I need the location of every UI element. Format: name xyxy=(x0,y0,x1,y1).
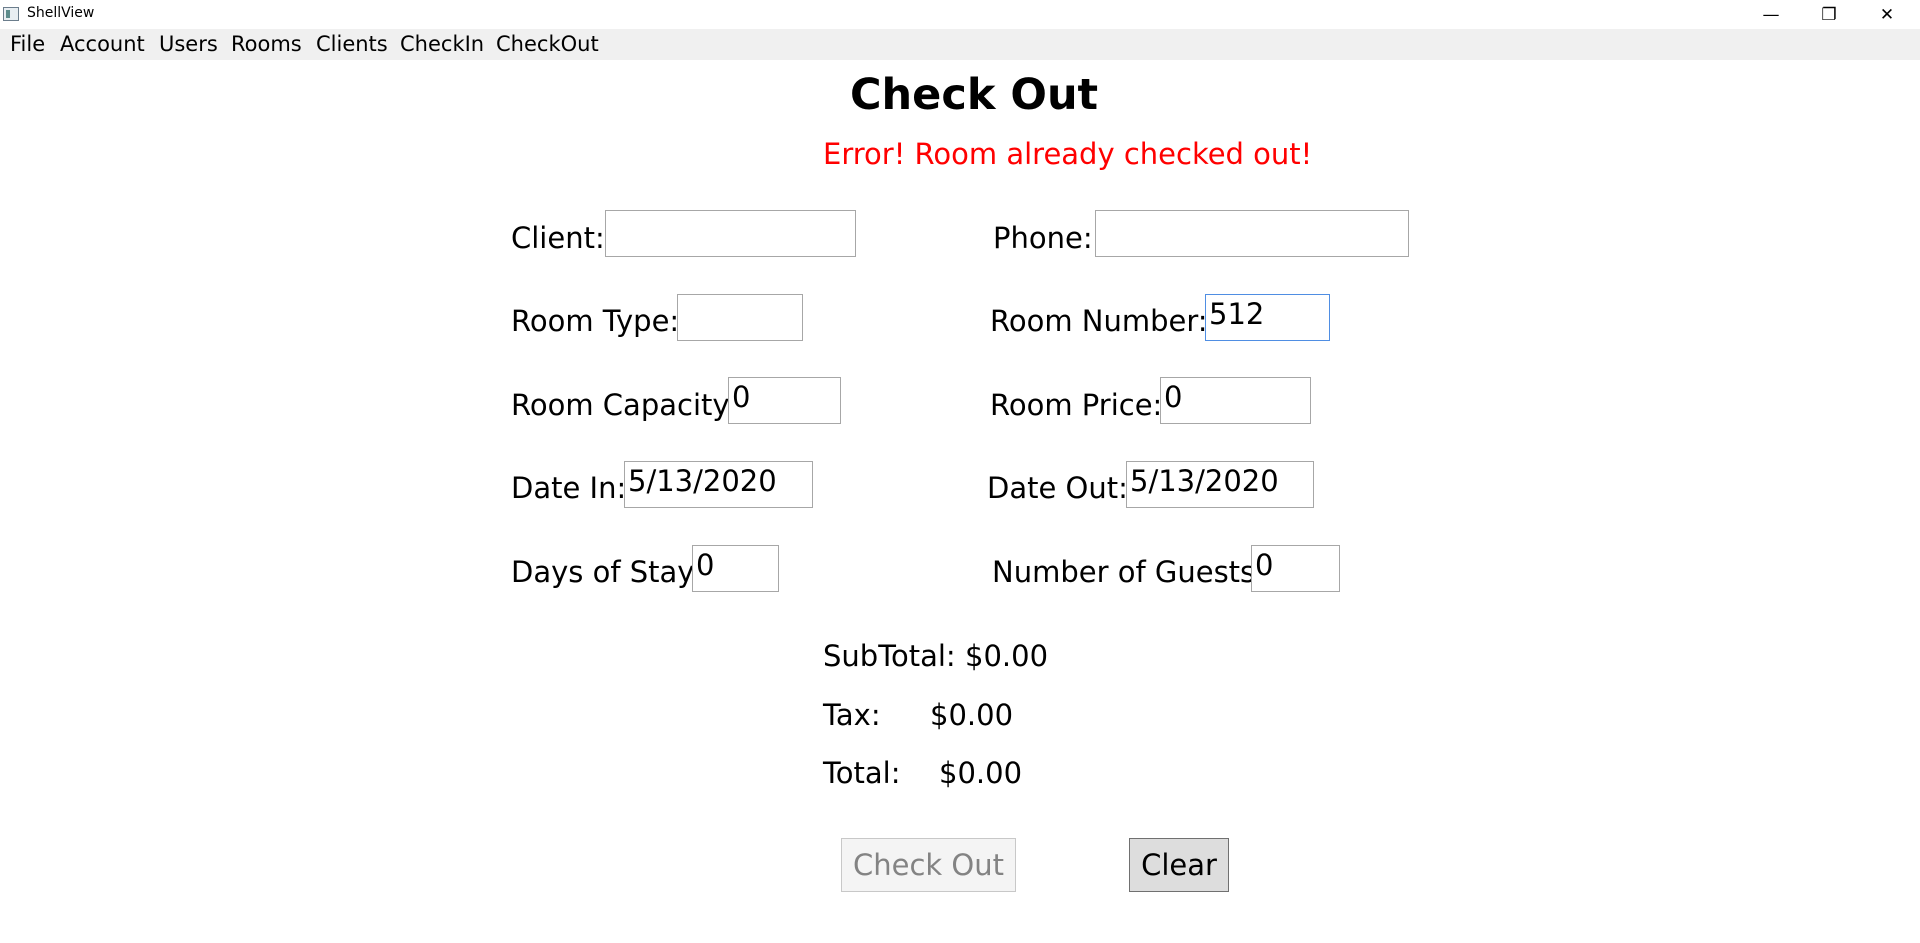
phone-field[interactable] xyxy=(1095,210,1409,257)
close-icon[interactable]: ✕ xyxy=(1858,0,1916,29)
room-capacity-field[interactable]: 0 xyxy=(728,377,841,424)
days-of-stay-field[interactable]: 0 xyxy=(692,545,779,592)
room-capacity-label: Room Capacity: xyxy=(511,388,738,422)
window-title: ShellView xyxy=(27,5,95,21)
menu-account[interactable]: Account xyxy=(60,32,145,56)
phone-label: Phone: xyxy=(993,221,1093,255)
number-of-guests-label: Number of Guests: xyxy=(992,555,1265,589)
clear-button[interactable]: Clear xyxy=(1129,838,1229,892)
page-title: Check Out xyxy=(850,70,1099,120)
date-in-field[interactable]: 5/13/2020 xyxy=(624,461,813,508)
menu-checkin[interactable]: CheckIn xyxy=(400,32,484,56)
menu-clients[interactable]: Clients xyxy=(316,32,388,56)
subtotal-value: $0.00 xyxy=(965,639,1049,673)
date-out-field[interactable]: 5/13/2020 xyxy=(1126,461,1314,508)
room-price-field[interactable]: 0 xyxy=(1160,377,1311,424)
app-icon xyxy=(3,7,19,21)
date-in-label: Date In: xyxy=(511,471,627,505)
menu-users[interactable]: Users xyxy=(159,32,218,56)
menu-checkout[interactable]: CheckOut xyxy=(496,32,599,56)
menu-file[interactable]: File xyxy=(10,32,45,56)
client-field[interactable] xyxy=(605,210,856,257)
date-out-label: Date Out: xyxy=(987,471,1128,505)
error-message: Error! Room already checked out! xyxy=(823,137,1313,171)
menu-rooms[interactable]: Rooms xyxy=(231,32,302,56)
days-of-stay-label: Days of Stay: xyxy=(511,555,703,589)
client-label: Client: xyxy=(511,221,605,255)
check-out-button[interactable]: Check Out xyxy=(841,838,1016,892)
room-type-field[interactable] xyxy=(677,294,803,341)
restore-icon[interactable]: ❐ xyxy=(1800,0,1858,29)
number-of-guests-field[interactable]: 0 xyxy=(1251,545,1340,592)
subtotal-label: SubTotal: xyxy=(823,639,956,673)
tax-label: Tax: xyxy=(823,698,881,732)
total-value: $0.00 xyxy=(939,756,1023,790)
room-price-label: Room Price: xyxy=(990,388,1163,422)
room-type-label: Room Type: xyxy=(511,304,680,338)
tax-value: $0.00 xyxy=(930,698,1014,732)
total-label: Total: xyxy=(823,756,901,790)
room-number-label: Room Number: xyxy=(990,304,1208,338)
minimize-icon[interactable]: — xyxy=(1742,0,1800,29)
menu-bar: File Account Users Rooms Clients CheckIn… xyxy=(0,29,1920,60)
title-bar: ShellView — ❐ ✕ xyxy=(0,0,1920,29)
room-number-field[interactable]: 512 xyxy=(1205,294,1330,341)
